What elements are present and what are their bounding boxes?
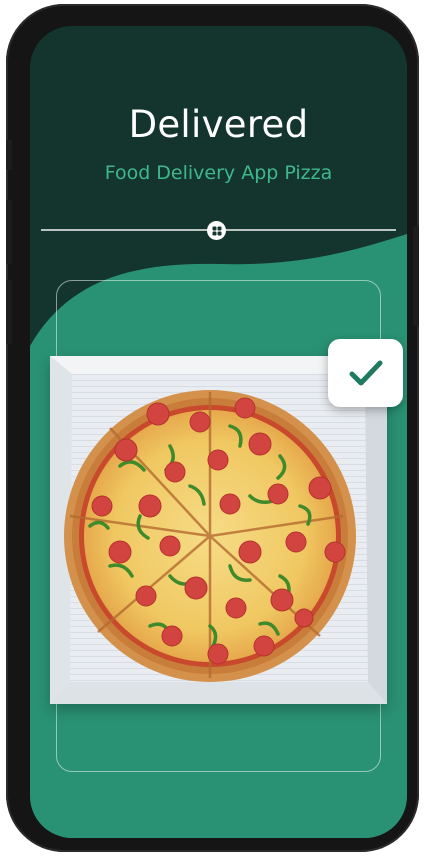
volume-down-button bbox=[6, 280, 12, 344]
phone-frame: Delivered Food Delivery App Pizza bbox=[6, 4, 419, 852]
page-title: Delivered bbox=[128, 103, 309, 146]
pizza-image bbox=[50, 356, 387, 704]
delivered-check-badge bbox=[328, 339, 403, 407]
mute-switch bbox=[6, 140, 12, 170]
app-screen: Delivered Food Delivery App Pizza bbox=[30, 26, 407, 838]
move-handle-icon[interactable] bbox=[207, 221, 226, 240]
page-subtitle: Food Delivery App Pizza bbox=[104, 162, 333, 184]
checkmark-icon bbox=[349, 360, 382, 386]
volume-up-button bbox=[6, 200, 12, 264]
power-button bbox=[413, 226, 419, 326]
